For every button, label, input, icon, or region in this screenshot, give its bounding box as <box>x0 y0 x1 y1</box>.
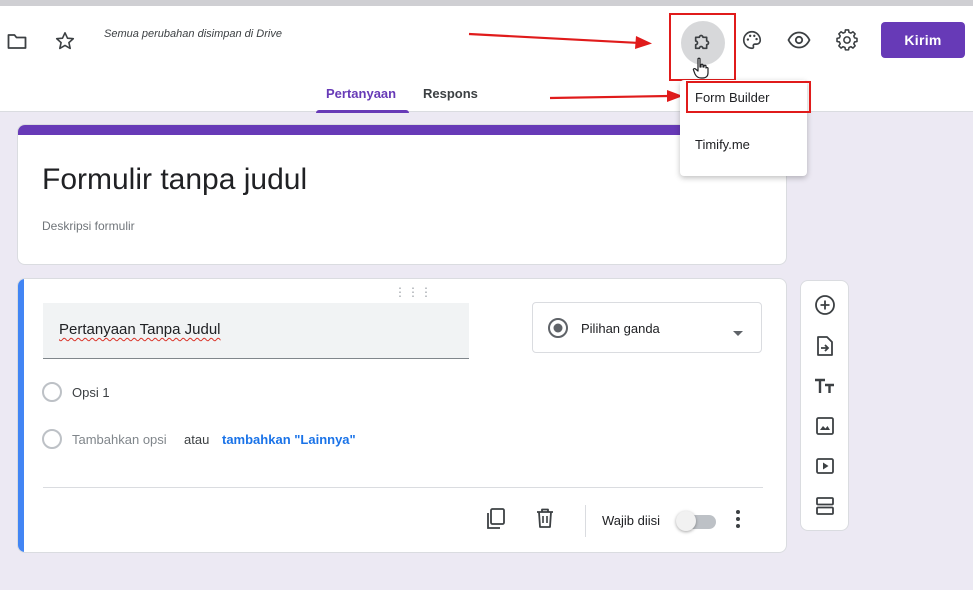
footer-separator <box>585 505 586 537</box>
theme-color-bar <box>18 125 786 135</box>
eye-preview-icon[interactable] <box>786 28 812 52</box>
add-image-icon[interactable] <box>813 414 837 438</box>
question-type-label: Pilihan ganda <box>581 321 660 336</box>
folder-icon[interactable] <box>6 30 28 52</box>
form-title[interactable]: Formulir tanpa judul <box>42 163 307 197</box>
annotation-arrow-to-addons <box>468 32 652 49</box>
gear-settings-icon[interactable] <box>835 28 859 52</box>
or-text: atau <box>184 432 210 447</box>
add-question-icon[interactable] <box>813 293 837 317</box>
option-radio-icon <box>42 382 62 402</box>
floating-toolbar <box>800 280 849 531</box>
option-1-label[interactable]: Opsi 1 <box>72 385 110 400</box>
more-options-icon[interactable] <box>735 509 741 534</box>
required-toggle-thumb[interactable] <box>676 511 696 531</box>
app-header: Semua perubahan disimpan di Drive Kirim … <box>0 6 973 113</box>
question-type-select[interactable]: Pilihan ganda <box>532 302 762 353</box>
add-video-icon[interactable] <box>813 454 837 478</box>
question-footer-divider <box>43 487 763 488</box>
import-questions-icon[interactable] <box>813 334 837 358</box>
form-description[interactable]: Deskripsi formulir <box>42 219 135 233</box>
form-title-card: Formulir tanpa judul Deskripsi formulir <box>17 124 787 265</box>
drag-handle-icon[interactable]: ⋮⋮⋮ <box>394 285 433 299</box>
dropdown-arrow-icon <box>732 325 744 343</box>
required-label: Wajib diisi <box>602 513 661 528</box>
addon-button-highlight <box>669 13 736 81</box>
add-option-radio-icon <box>42 429 62 449</box>
add-section-icon[interactable] <box>813 494 837 518</box>
annotation-arrow-to-form-builder <box>549 90 683 102</box>
active-tab-indicator <box>316 110 409 113</box>
add-title-icon[interactable] <box>813 374 837 398</box>
puzzle-icon <box>692 30 714 57</box>
tab-questions[interactable]: Pertanyaan <box>326 86 396 101</box>
add-option-link[interactable]: Tambahkan opsi <box>72 432 167 447</box>
add-other-link[interactable]: tambahkan "Lainnya" <box>222 432 356 447</box>
question-title-text: Pertanyaan Tanpa Judul <box>59 321 221 338</box>
duplicate-icon[interactable] <box>485 507 507 536</box>
delete-icon[interactable] <box>535 507 555 534</box>
radio-button-icon <box>547 317 569 344</box>
question-title-input[interactable]: Pertanyaan Tanpa Judul <box>43 303 469 359</box>
palette-icon[interactable] <box>740 28 764 52</box>
menu-item-timify[interactable]: Timify.me <box>695 137 750 152</box>
star-icon[interactable] <box>54 30 76 52</box>
form-builder-highlight <box>686 81 811 113</box>
tab-responses[interactable]: Respons <box>423 86 478 101</box>
question-card: ⋮⋮⋮ Pertanyaan Tanpa Judul Pilihan ganda… <box>17 278 787 553</box>
active-question-accent <box>18 279 24 552</box>
save-status: Semua perubahan disimpan di Drive <box>104 28 282 40</box>
send-button[interactable]: Kirim <box>881 22 965 58</box>
